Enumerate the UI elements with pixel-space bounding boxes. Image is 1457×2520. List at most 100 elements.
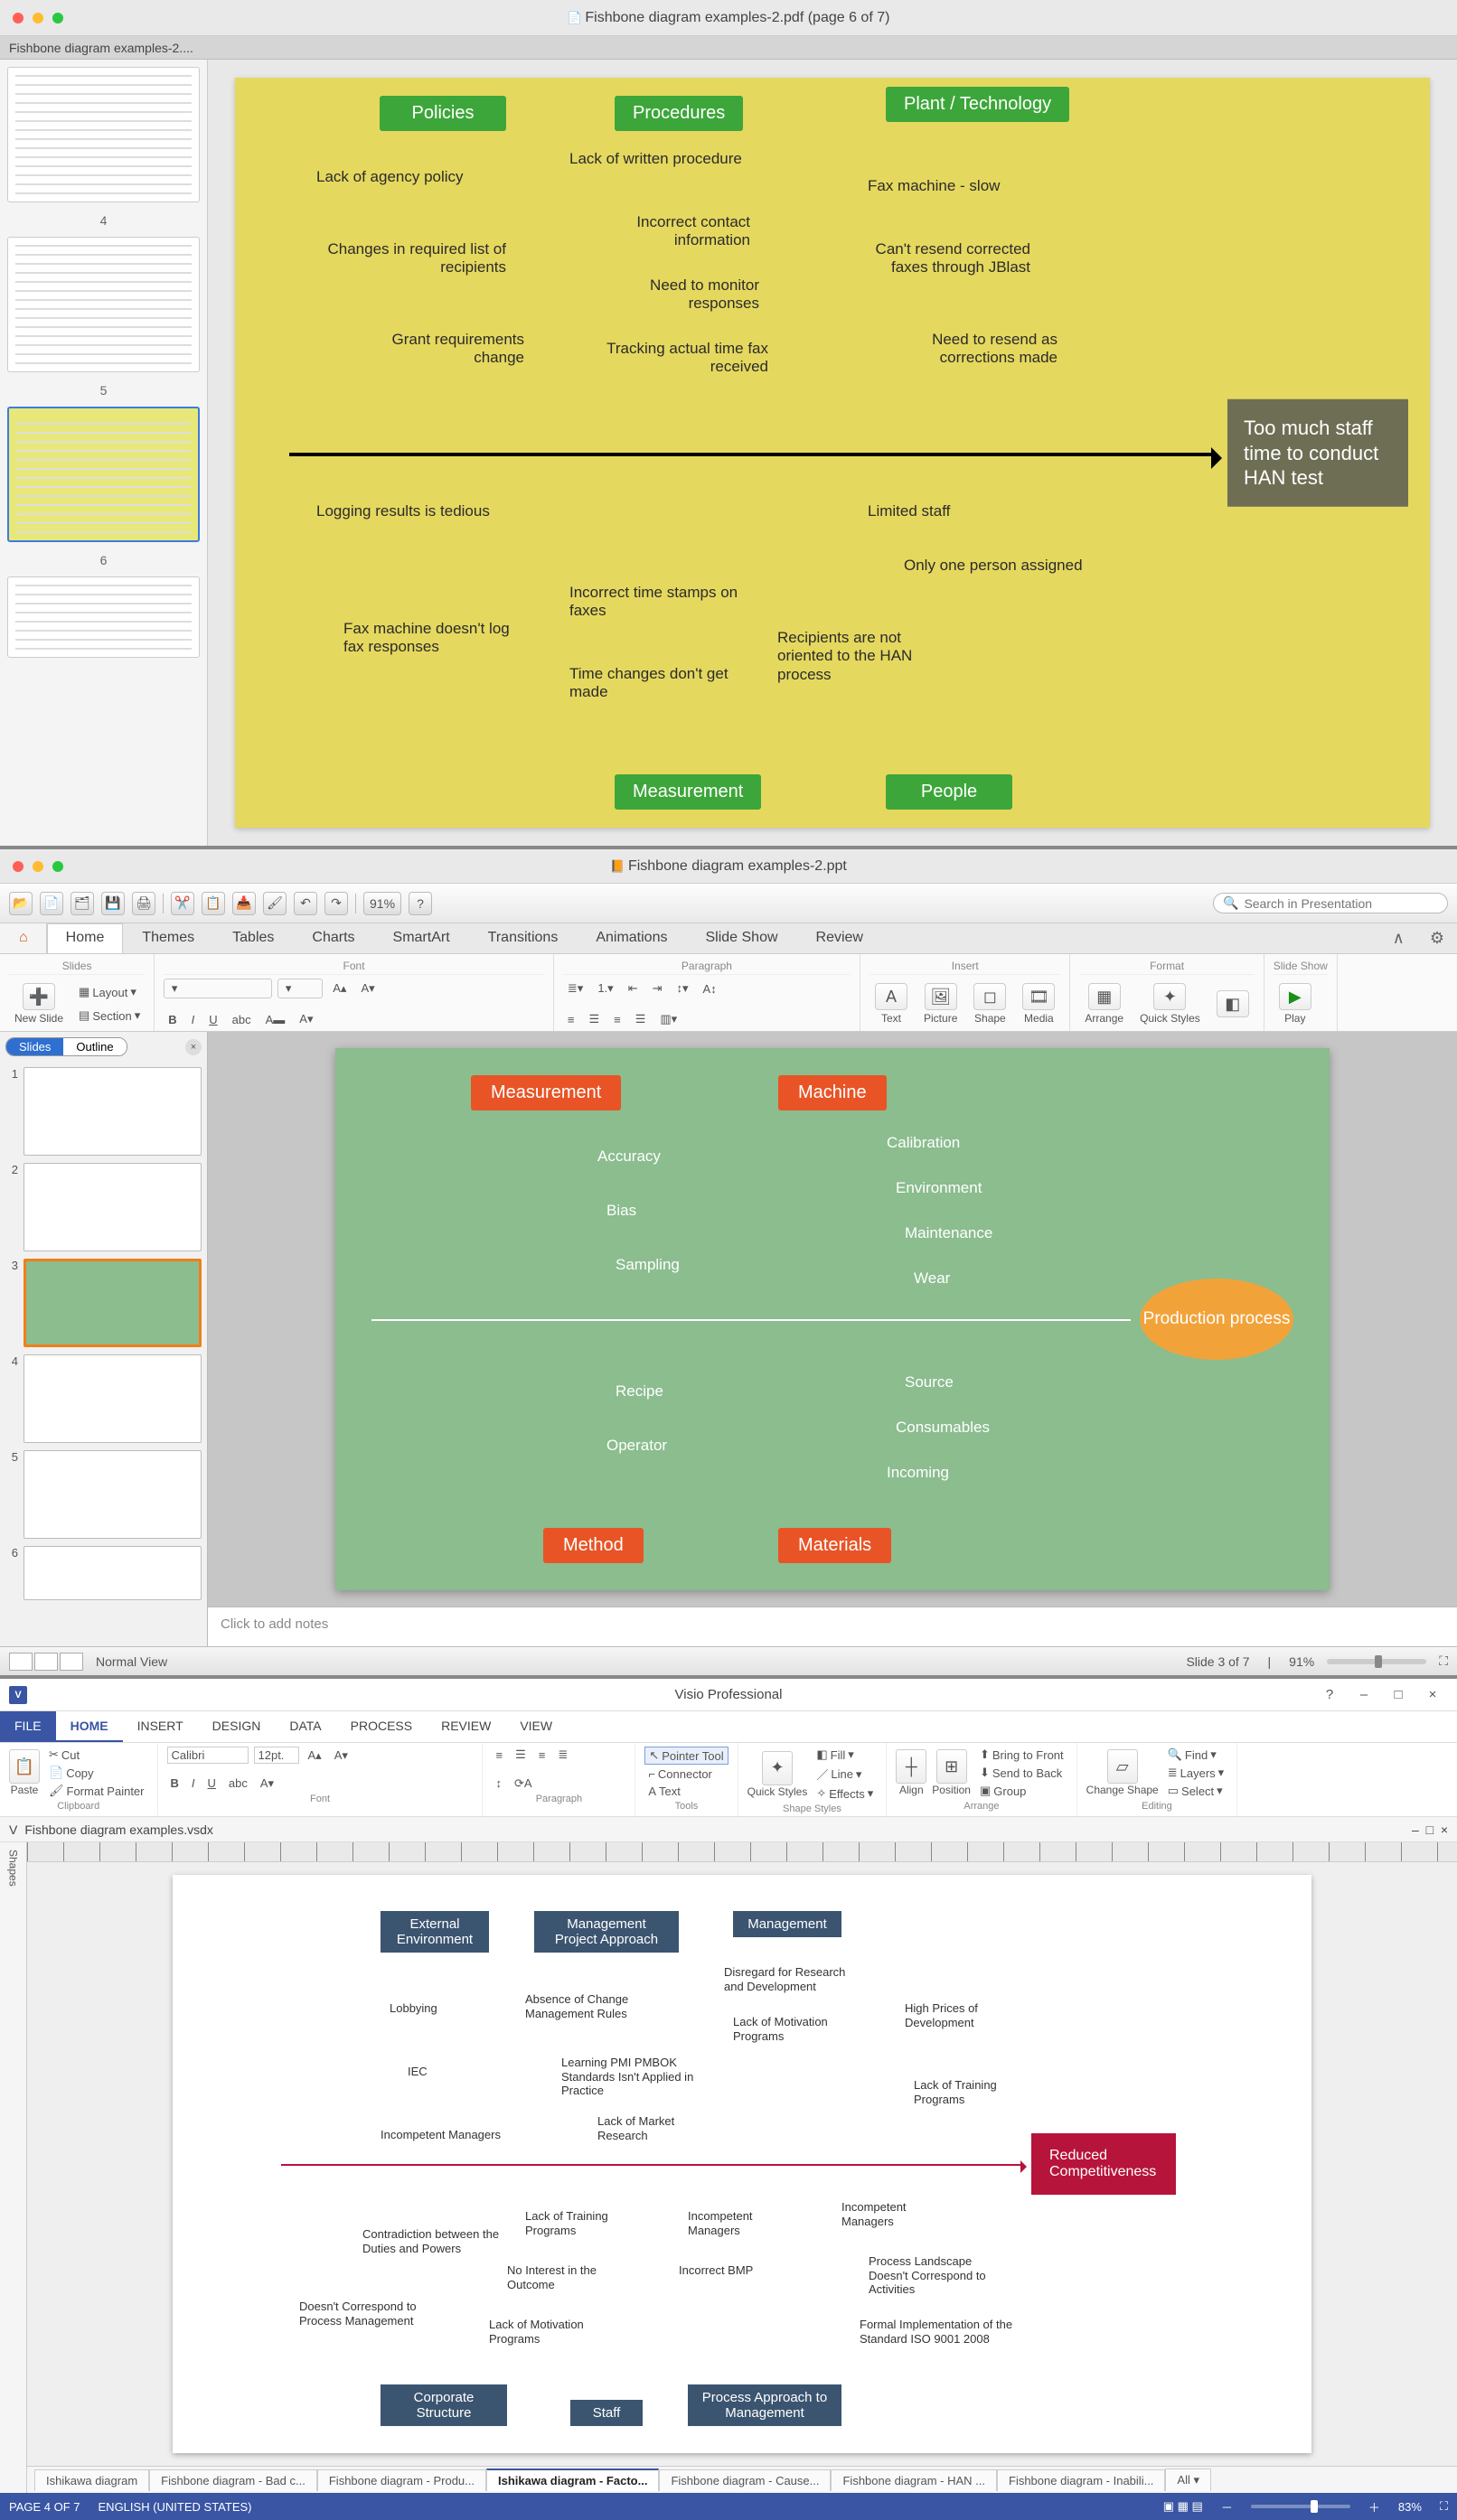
send-back-button[interactable]: ⬇ Send to Back: [976, 1765, 1067, 1781]
ribbon-tab-home[interactable]: Home: [47, 923, 124, 953]
ribbon-tab-slideshow[interactable]: Slide Show: [686, 923, 796, 953]
bullets[interactable]: ≣: [554, 1747, 571, 1763]
notes-pane[interactable]: Click to add notes: [208, 1607, 1457, 1646]
pdf-thumbnail[interactable]: [7, 237, 200, 372]
tab-data[interactable]: DATA: [275, 1711, 335, 1742]
align-left[interactable]: ≡: [492, 1747, 506, 1763]
text-dir[interactable]: A↕: [699, 979, 721, 998]
align-left[interactable]: ≡: [563, 1010, 579, 1029]
font-color[interactable]: A▾: [295, 1009, 317, 1029]
arrange-button[interactable]: ▦Arrange: [1079, 983, 1129, 1025]
bold[interactable]: B: [167, 1775, 183, 1791]
grow-font[interactable]: A▴: [305, 1747, 325, 1764]
shapes-pane-collapsed[interactable]: Shapes: [0, 1842, 27, 2493]
doc-close[interactable]: ×: [1441, 1822, 1448, 1837]
layers-button[interactable]: ≣ Layers ▾: [1164, 1765, 1227, 1781]
zoom-slider[interactable]: [1327, 1659, 1426, 1664]
view-normal-icon[interactable]: [9, 1653, 33, 1671]
select-button[interactable]: ▭ Select ▾: [1164, 1783, 1227, 1799]
pdf-thumbnail[interactable]: [7, 67, 200, 202]
pdf-thumbnail[interactable]: [7, 576, 200, 658]
maximize-icon[interactable]: [52, 13, 63, 23]
tab-review[interactable]: REVIEW: [427, 1711, 505, 1742]
ribbon-tab-themes[interactable]: Themes: [123, 923, 213, 953]
fill-button[interactable]: ◧ Fill ▾: [813, 1747, 877, 1763]
font-color[interactable]: A▾: [257, 1775, 277, 1792]
sheet-tab[interactable]: Fishbone diagram - Inabili...: [997, 2469, 1165, 2491]
ribbon-tab-animations[interactable]: Animations: [577, 923, 686, 953]
sheet-tab[interactable]: Fishbone diagram - Bad c...: [149, 2469, 317, 2491]
font-shrink[interactable]: A▾: [356, 979, 379, 998]
tab-home[interactable]: HOME: [56, 1711, 123, 1742]
ribbon-tab-review[interactable]: Review: [797, 923, 882, 953]
help-icon[interactable]: ?: [1314, 1687, 1345, 1702]
paint-icon[interactable]: 🖌: [263, 892, 287, 915]
underline[interactable]: U: [204, 1775, 220, 1791]
zoom-in-icon[interactable]: ＋: [1368, 2498, 1380, 2515]
tab-slides[interactable]: Slides: [6, 1038, 63, 1055]
view-icons[interactable]: ▣ ▦ ▤: [1163, 2499, 1203, 2514]
play-button[interactable]: ▶Play: [1274, 983, 1317, 1025]
bold-button[interactable]: B: [164, 1010, 181, 1029]
align-center[interactable]: ☰: [584, 1009, 604, 1029]
columns-button[interactable]: ▥▾: [655, 1009, 682, 1029]
indent-button[interactable]: ⇥: [648, 979, 667, 998]
slides-outline-toggle[interactable]: Slides Outline: [5, 1037, 127, 1056]
copy-icon[interactable]: 📋: [202, 892, 225, 915]
view-show-icon[interactable]: [60, 1653, 83, 1671]
cut-button[interactable]: ✂ Cut: [45, 1747, 148, 1763]
zoom-out-icon[interactable]: －: [1221, 2498, 1233, 2515]
quick-styles-icon[interactable]: ✦: [762, 1751, 793, 1785]
paste-icon[interactable]: 📥: [232, 892, 256, 915]
font-family[interactable]: Calibri: [167, 1747, 249, 1764]
align-right[interactable]: ≡: [609, 1010, 625, 1029]
line-spacing[interactable]: ↕▾: [672, 979, 693, 998]
layout-button[interactable]: ▦ Layout ▾: [74, 982, 145, 1002]
minimize-icon[interactable]: [33, 861, 43, 872]
view-sorter-icon[interactable]: [34, 1653, 58, 1671]
align-justify[interactable]: ☰: [631, 1009, 651, 1029]
slide-canvas[interactable]: Measurement Machine Method Materials Pro…: [335, 1048, 1330, 1590]
slide-thumbnail[interactable]: [24, 1163, 202, 1251]
copy-button[interactable]: 📄 Copy: [45, 1765, 148, 1781]
slide-thumbnail[interactable]: [24, 1450, 202, 1539]
ribbon-tab-tables[interactable]: Tables: [213, 923, 293, 953]
ribbon-tab-charts[interactable]: Charts: [293, 923, 373, 953]
sheet-tab[interactable]: Fishbone diagram - Produ...: [317, 2469, 486, 2491]
zoom-slider[interactable]: [1251, 2505, 1350, 2508]
sheet-tab[interactable]: Fishbone diagram - Cause...: [659, 2469, 831, 2491]
minimize-icon[interactable]: [33, 13, 43, 23]
redo-icon[interactable]: ↷: [324, 892, 348, 915]
doc-maximize[interactable]: □: [1426, 1822, 1434, 1837]
underline-button[interactable]: U: [204, 1010, 221, 1029]
gear-icon[interactable]: ⚙: [1417, 923, 1457, 953]
slide-thumbnail[interactable]: [24, 1354, 202, 1443]
font-family[interactable]: ▾: [164, 979, 272, 998]
pointer-tool[interactable]: ↖ Pointer Tool: [644, 1747, 728, 1765]
collapse-ribbon-icon[interactable]: ∧: [1380, 923, 1417, 953]
new-slide-button[interactable]: ➕New Slide: [9, 983, 69, 1025]
font-size[interactable]: 12pt.: [254, 1747, 299, 1764]
text-tool[interactable]: A Text: [644, 1784, 684, 1799]
italic-button[interactable]: I: [187, 1010, 200, 1029]
pdf-tab[interactable]: Fishbone diagram examples-2....: [9, 41, 193, 55]
slide-thumbnail-selected[interactable]: [24, 1259, 202, 1347]
align-center[interactable]: ☰: [512, 1747, 530, 1763]
quick-styles-button[interactable]: ✦Quick Styles: [1134, 983, 1206, 1025]
tab-view[interactable]: VIEW: [505, 1711, 567, 1742]
doc-minimize[interactable]: –: [1412, 1822, 1419, 1837]
section-button[interactable]: ▤ Section ▾: [74, 1006, 145, 1026]
shrink-font[interactable]: A▾: [331, 1747, 352, 1764]
group-button[interactable]: ▣ Group: [976, 1783, 1067, 1799]
search-input[interactable]: [1244, 896, 1438, 911]
line-button[interactable]: ／ Line ▾: [813, 1765, 877, 1784]
numbering-button[interactable]: 1.▾: [593, 979, 617, 998]
strike-button[interactable]: abc: [228, 1010, 256, 1029]
ppt-titlebar[interactable]: Fishbone diagram examples-2.ppt: [0, 849, 1457, 884]
valign[interactable]: ↕: [492, 1775, 505, 1791]
fit-icon[interactable]: ⛶: [1440, 2499, 1448, 2514]
insert-text[interactable]: AText: [870, 983, 913, 1025]
change-shape-icon[interactable]: ▱: [1107, 1749, 1138, 1784]
sheet-tab[interactable]: Ishikawa diagram: [34, 2469, 149, 2491]
align-icon[interactable]: ┼: [896, 1749, 926, 1784]
